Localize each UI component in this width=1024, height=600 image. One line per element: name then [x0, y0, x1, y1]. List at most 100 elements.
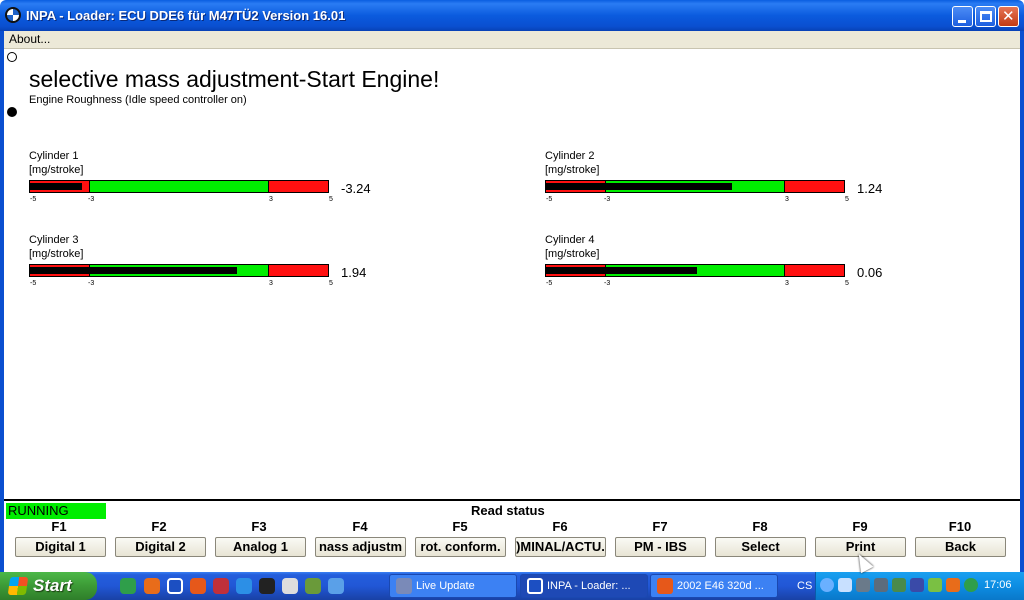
- close-button[interactable]: ✕: [998, 6, 1019, 27]
- task-inpa-loader[interactable]: INPA - Loader: ...: [520, 574, 648, 598]
- windows-logo-icon: [7, 577, 29, 595]
- gauge-high-zone: [784, 265, 844, 276]
- app-orange-icon[interactable]: [144, 578, 160, 594]
- maximize-button[interactable]: [975, 6, 996, 27]
- cylinder-value: 0.06: [857, 265, 883, 280]
- tick-label: 3: [269, 196, 273, 203]
- digital-2-button[interactable]: Digital 2: [115, 537, 206, 557]
- running-status-badge: RUNNING: [6, 503, 106, 519]
- task-label: INPA - Loader: ...: [547, 580, 631, 592]
- gauge-bar: [29, 264, 329, 277]
- window-title: INPA - Loader: ECU DDE6 für M47TÜ2 Versi…: [26, 8, 346, 23]
- bmw-app-icon[interactable]: [5, 7, 21, 23]
- nominal-actual-button[interactable]: )MINAL/ACTU.: [515, 537, 606, 557]
- cylinder-name: Cylinder 1: [29, 150, 79, 162]
- gauge-high-zone: [268, 265, 328, 276]
- analog-1-button[interactable]: Analog 1: [215, 537, 306, 557]
- cylinder-value: -3.24: [341, 181, 371, 196]
- gauge-bar: [545, 264, 845, 277]
- messenger-icon[interactable]: [328, 578, 344, 594]
- tick-label: 3: [785, 280, 789, 287]
- tick-label: -3: [604, 280, 611, 287]
- cylinder-4-gauge: Cylinder 4 [mg/stroke] -5 -3 3 5 0.06: [545, 234, 925, 294]
- cylinder-name: Cylinder 4: [545, 234, 595, 246]
- page-title: selective mass adjustment-Start Engine!: [29, 66, 440, 92]
- gauge-high-zone: [268, 181, 328, 192]
- tray-expand-icon[interactable]: [820, 578, 834, 592]
- cylinder-unit: [mg/stroke]: [29, 248, 84, 260]
- gauge-high-zone: [784, 181, 844, 192]
- language-indicator[interactable]: CS: [797, 580, 812, 592]
- monitor-icon[interactable]: [874, 578, 888, 592]
- maximize-icon: [980, 11, 992, 22]
- live-update-icon: [396, 578, 412, 594]
- taskbar: Start Live Update INPA - Loader: ... 200…: [0, 572, 1024, 600]
- media-player-icon[interactable]: [282, 578, 298, 594]
- network-icon[interactable]: [856, 578, 870, 592]
- task-live-update[interactable]: Live Update: [389, 574, 517, 598]
- security-check-icon[interactable]: [928, 578, 942, 592]
- flag-icon[interactable]: [213, 578, 229, 594]
- tick-label: -5: [30, 280, 37, 287]
- safely-remove-icon[interactable]: [892, 578, 906, 592]
- menu-bar: About...: [4, 31, 1020, 49]
- fkey-label-f6: F6: [552, 519, 568, 534]
- cylinder-unit: [mg/stroke]: [545, 248, 600, 260]
- eye-icon[interactable]: [259, 578, 275, 594]
- network-app-icon[interactable]: [305, 578, 321, 594]
- tick-label: 3: [785, 196, 789, 203]
- firefox-icon[interactable]: [190, 578, 206, 594]
- tick-label: -5: [30, 196, 37, 203]
- title-bar[interactable]: INPA - Loader: ECU DDE6 für M47TÜ2 Versi…: [0, 0, 1024, 31]
- internet-explorer-icon[interactable]: [236, 578, 252, 594]
- wifi-icon[interactable]: [838, 578, 852, 592]
- clock: 17:06: [984, 579, 1012, 591]
- fkey-label-f5: F5: [452, 519, 468, 534]
- select-button[interactable]: Select: [715, 537, 806, 557]
- cylinder-1-gauge: Cylinder 1 [mg/stroke] -5 -3 3 5 -3.24: [29, 150, 409, 210]
- cylinder-name: Cylinder 3: [29, 234, 79, 246]
- rot-conform-button[interactable]: rot. conform.: [415, 537, 506, 557]
- bmw-icon[interactable]: [167, 578, 183, 594]
- tick-label: -3: [604, 196, 611, 203]
- start-button[interactable]: Start: [0, 572, 97, 600]
- cylinder-value: 1.94: [341, 265, 367, 280]
- utorrent-tray-icon[interactable]: [964, 578, 978, 592]
- minimize-button[interactable]: [952, 6, 973, 27]
- cylinder-3-gauge: Cylinder 3 [mg/stroke] -5 -3 3 5 1.94: [29, 234, 409, 294]
- menu-about[interactable]: About...: [9, 32, 50, 46]
- pm-ibs-button[interactable]: PM - IBS: [615, 537, 706, 557]
- cylinder-unit: [mg/stroke]: [545, 164, 600, 176]
- mass-adjustment-button[interactable]: nass adjustm: [315, 537, 406, 557]
- fkey-label-f1: F1: [51, 519, 67, 534]
- tick-label: -5: [546, 196, 553, 203]
- gauge-fill: [30, 183, 83, 190]
- fkey-label-f2: F2: [151, 519, 167, 534]
- fkey-label-f10: F10: [948, 519, 972, 534]
- fkey-label-f9: F9: [852, 519, 868, 534]
- firefox-icon: [657, 578, 673, 594]
- tick-label: 5: [845, 280, 849, 287]
- system-tray: 17:06: [815, 572, 1024, 600]
- window-frame-right: [1020, 31, 1024, 572]
- battery-icon[interactable]: [910, 578, 924, 592]
- cylinder-value: 1.24: [857, 181, 883, 196]
- tick-label: -5: [546, 280, 553, 287]
- close-icon: ✕: [1002, 8, 1015, 25]
- fkey-label-f3: F3: [251, 519, 267, 534]
- digital-1-button[interactable]: Digital 1: [15, 537, 106, 557]
- tick-label: 5: [845, 196, 849, 203]
- radio-filled-icon[interactable]: [7, 107, 17, 117]
- gauge-bar: [29, 180, 329, 193]
- bmw-icon: [527, 578, 543, 594]
- radio-empty-icon[interactable]: [7, 52, 17, 62]
- utorrent-icon[interactable]: [120, 578, 136, 594]
- task-firefox[interactable]: 2002 E46 320d ...: [650, 574, 778, 598]
- cylinder-unit: [mg/stroke]: [29, 164, 84, 176]
- app-tray-icon[interactable]: [946, 578, 960, 592]
- task-label: Live Update: [416, 580, 475, 592]
- gauge-bar: [545, 180, 845, 193]
- main-content: selective mass adjustment-Start Engine! …: [4, 49, 1020, 499]
- task-label: 2002 E46 320d ...: [677, 580, 764, 592]
- back-button[interactable]: Back: [915, 537, 1006, 557]
